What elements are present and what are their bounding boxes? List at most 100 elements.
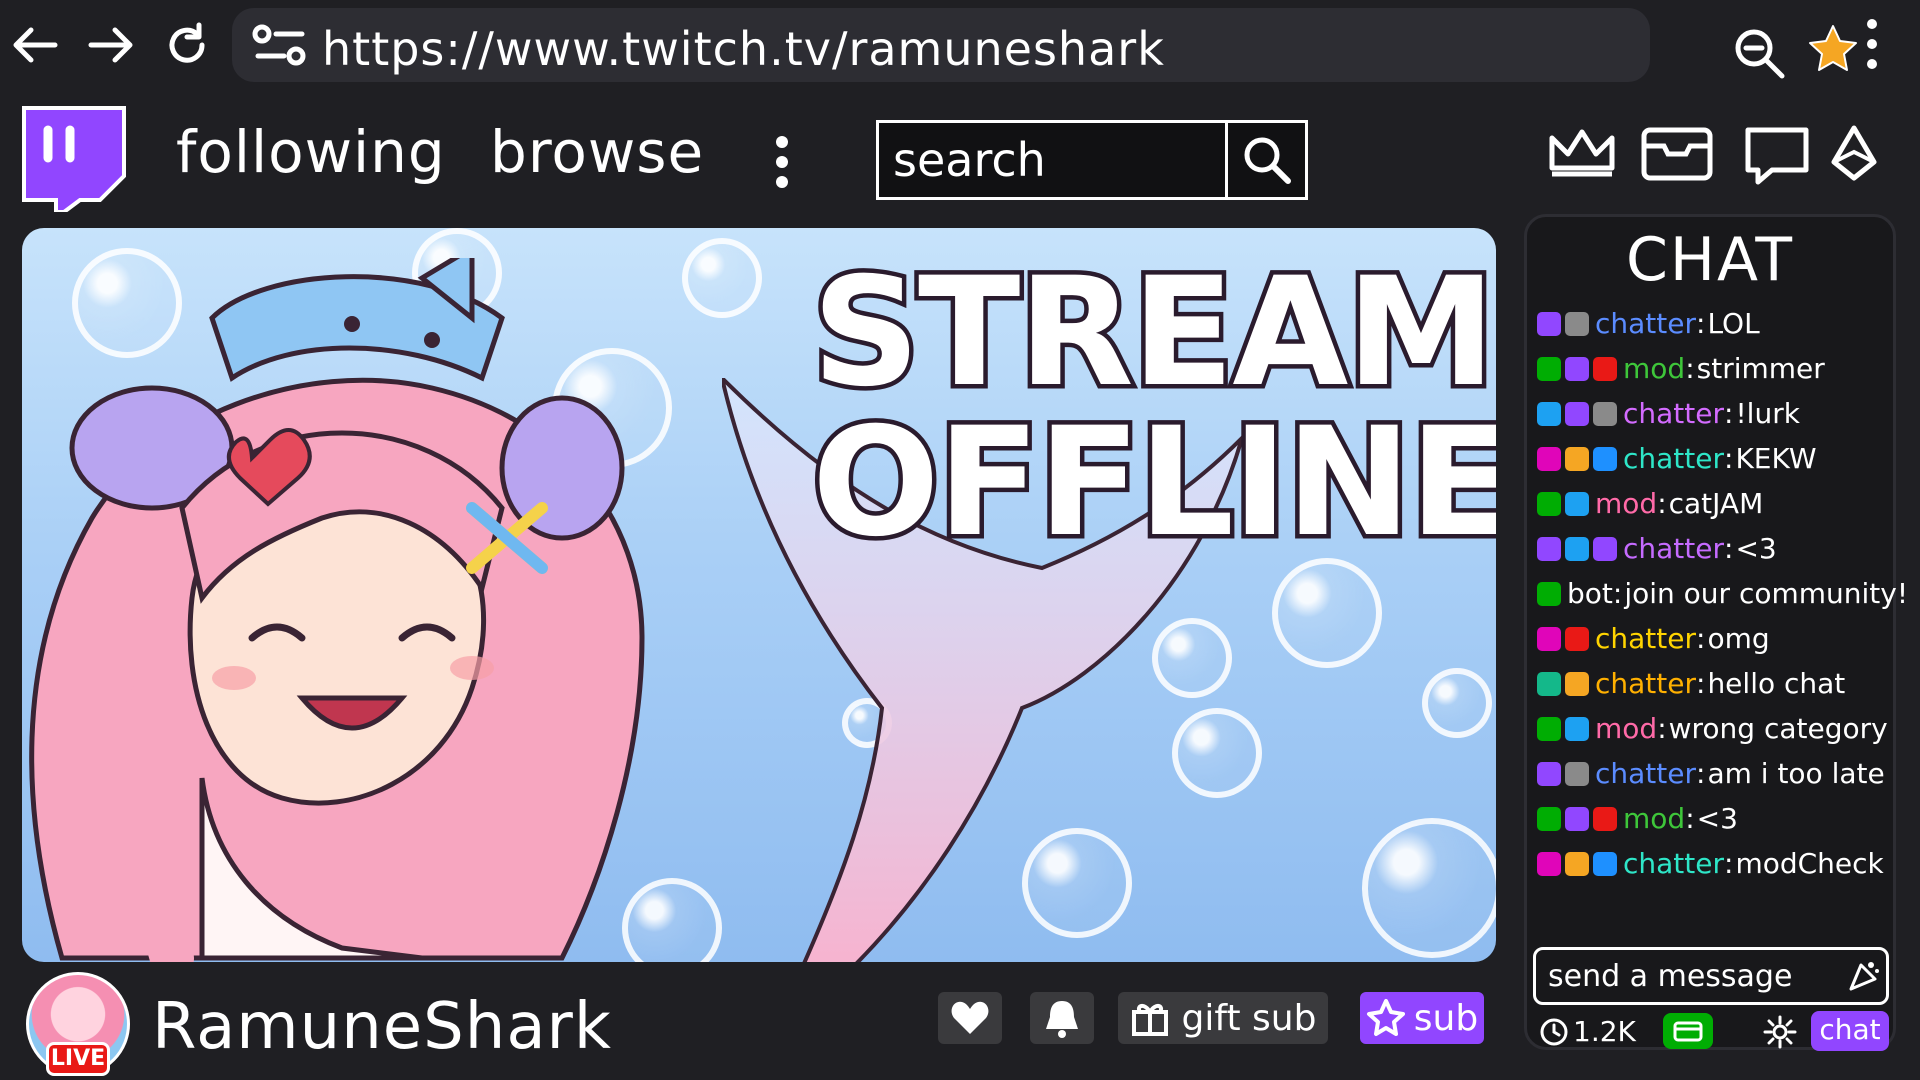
chat-message-text: KEKW: [1735, 442, 1817, 475]
search-input[interactable]: [879, 123, 1225, 197]
video-player[interactable]: STREAM OFFLINE: [22, 228, 1496, 962]
forward-arrow-icon[interactable]: [84, 18, 138, 72]
viewer-count-icon: [1539, 1017, 1569, 1051]
chat-badge-icon[interactable]: [1593, 851, 1617, 876]
chat-panel: CHAT chatter: LOL mod: strimmer chatter: !lur…: [1524, 214, 1908, 1051]
chat-username[interactable]: chatter: [1595, 667, 1696, 700]
chat-badge-icon[interactable]: [1593, 446, 1617, 471]
chat-username[interactable]: chatter: [1595, 622, 1696, 655]
menu-kebab-icon[interactable]: [1862, 16, 1882, 76]
chat-badge-icon[interactable]: [1565, 491, 1589, 516]
emote-picker-icon[interactable]: [1847, 959, 1881, 997]
chat-badge-icon[interactable]: [1537, 446, 1561, 471]
chat-username[interactable]: bot: [1567, 577, 1613, 610]
zoom-out-icon[interactable]: [1732, 26, 1788, 86]
chat-message-input[interactable]: [1533, 947, 1889, 1005]
bell-icon: [1046, 1001, 1078, 1038]
chat-footer: 1.2K chat: [1527, 1011, 1893, 1051]
address-bar[interactable]: https://www.twitch.tv/ramuneshark: [232, 8, 1857, 82]
search-icon[interactable]: [1225, 123, 1305, 197]
notifications-button[interactable]: [1030, 992, 1094, 1044]
chat-badge-icon[interactable]: [1537, 716, 1561, 741]
chat-username[interactable]: chatter: [1623, 397, 1724, 430]
twitch-logo-icon[interactable]: [18, 104, 130, 216]
crown-icon[interactable]: [1546, 124, 1618, 184]
channel-points-button[interactable]: [1663, 1013, 1713, 1049]
chat-message[interactable]: chatter: KEKW: [1537, 436, 1897, 481]
chat-message-text: join our community!: [1624, 577, 1909, 610]
vtuber-character-illustration: [22, 243, 782, 962]
chat-badge-icon[interactable]: [1537, 581, 1561, 606]
chat-message[interactable]: chatter: omg: [1537, 616, 1897, 661]
chat-badge-icon[interactable]: [1537, 311, 1561, 336]
whispers-icon[interactable]: [1742, 124, 1812, 192]
chat-badge-icon[interactable]: [1565, 626, 1589, 651]
chat-badge-icon[interactable]: [1593, 401, 1617, 426]
chat-badge-icon[interactable]: [1593, 356, 1617, 381]
chat-username[interactable]: mod: [1623, 802, 1685, 835]
chat-message[interactable]: mod: wrong category: [1537, 706, 1897, 751]
chat-send-button[interactable]: chat: [1811, 1011, 1889, 1051]
chat-badge-icon[interactable]: [1537, 851, 1561, 876]
chat-username[interactable]: mod: [1595, 712, 1657, 745]
chat-badge-icon[interactable]: [1593, 806, 1617, 831]
chat-message[interactable]: chatter: am i too late: [1537, 751, 1897, 796]
chat-badge-icon[interactable]: [1537, 671, 1561, 696]
chat-username[interactable]: mod: [1623, 352, 1685, 385]
inbox-icon[interactable]: [1640, 124, 1714, 188]
chat-badge-icon[interactable]: [1593, 536, 1617, 561]
chat-message[interactable]: chatter: <3: [1537, 526, 1897, 571]
chat-badge-icon[interactable]: [1537, 491, 1561, 516]
back-arrow-icon[interactable]: [8, 18, 62, 72]
reload-icon[interactable]: [160, 18, 214, 72]
chat-message[interactable]: mod: catJAM: [1537, 481, 1897, 526]
chat-badge-icon[interactable]: [1537, 761, 1561, 786]
chat-message-text: <3: [1735, 532, 1777, 565]
chat-badge-icon[interactable]: [1537, 806, 1561, 831]
chat-message[interactable]: mod: <3: [1537, 796, 1897, 841]
chat-badge-icon[interactable]: [1565, 311, 1589, 336]
nav-more-icon[interactable]: [772, 134, 792, 194]
chat-badge-icon[interactable]: [1537, 536, 1561, 561]
chat-badge-icon[interactable]: [1565, 671, 1589, 696]
gift-sub-button[interactable]: gift sub: [1118, 992, 1328, 1044]
gift-sub-label: gift sub: [1181, 997, 1317, 1039]
chat-separator: :: [1724, 397, 1734, 430]
chat-username[interactable]: chatter: [1595, 307, 1696, 340]
site-settings-icon[interactable]: [250, 22, 310, 72]
chat-badge-icon[interactable]: [1565, 446, 1589, 471]
chat-username[interactable]: chatter: [1623, 532, 1724, 565]
chat-badge-icon[interactable]: [1565, 356, 1589, 381]
chat-badge-icon[interactable]: [1565, 761, 1589, 786]
chat-badge-icon[interactable]: [1565, 851, 1589, 876]
chat-message[interactable]: chatter: modCheck: [1537, 841, 1897, 886]
chat-badge-icon[interactable]: [1565, 716, 1589, 741]
chat-message[interactable]: chatter: LOL: [1537, 301, 1897, 346]
chat-message[interactable]: chatter: !lurk: [1537, 391, 1897, 436]
bits-icon[interactable]: [1830, 124, 1878, 188]
url-text[interactable]: https://www.twitch.tv/ramuneshark: [322, 22, 1165, 76]
chat-message-list[interactable]: chatter: LOL mod: strimmer chatter: !lurk chat…: [1537, 301, 1908, 886]
chat-username[interactable]: chatter: [1595, 757, 1696, 790]
chat-badge-icon[interactable]: [1565, 806, 1589, 831]
chat-username[interactable]: chatter: [1623, 442, 1724, 475]
chat-badge-icon[interactable]: [1565, 536, 1589, 561]
nav-following[interactable]: following: [176, 118, 446, 186]
follow-heart-button[interactable]: [938, 992, 1002, 1044]
subscribe-button[interactable]: sub: [1360, 992, 1484, 1044]
chat-badge-icon[interactable]: [1537, 401, 1561, 426]
chat-message[interactable]: chatter: hello chat: [1537, 661, 1897, 706]
chat-message[interactable]: mod: strimmer: [1537, 346, 1897, 391]
chat-badge-icon[interactable]: [1537, 356, 1561, 381]
channel-name[interactable]: RamuneShark: [152, 990, 612, 1064]
bookmark-star-icon[interactable]: [1804, 22, 1862, 84]
chat-username[interactable]: mod: [1595, 487, 1657, 520]
chat-badge-icon[interactable]: [1537, 626, 1561, 651]
chat-settings-gear-icon[interactable]: [1763, 1015, 1797, 1053]
nav-browse[interactable]: browse: [490, 118, 704, 186]
chat-badge-icon[interactable]: [1565, 401, 1589, 426]
chat-username[interactable]: chatter: [1623, 847, 1724, 880]
chat-message[interactable]: bot: join our community!: [1537, 571, 1908, 616]
viewer-count: 1.2K: [1573, 1015, 1636, 1048]
chat-message-text: omg: [1707, 622, 1770, 655]
